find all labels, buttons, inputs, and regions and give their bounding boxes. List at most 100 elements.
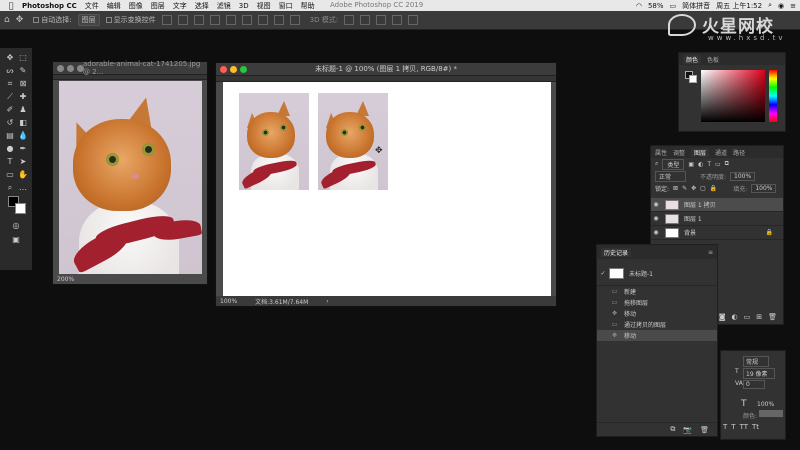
align-top-icon[interactable] [209,15,220,25]
text-color-swatch[interactable] [759,410,783,417]
type-tool-icon[interactable]: T [4,156,16,167]
menu-help[interactable]: 帮助 [301,1,315,11]
stamp-tool-icon[interactable]: ♟ [17,104,29,115]
layer-row[interactable]: ◉ 背景 🔒 [651,226,783,240]
tab-adjustments[interactable]: 调整 [673,148,685,157]
opacity-input[interactable]: 100% [730,171,756,181]
distribute-icon[interactable] [257,15,268,25]
new-layer-icon[interactable]: ⊞ [756,313,762,321]
zoom-tool-icon[interactable]: ⌕ [4,182,16,193]
lock-paint-icon[interactable]: ✎ [682,185,687,192]
menu-window[interactable]: 窗口 [279,1,293,11]
search-icon[interactable]: ⌕ [768,1,772,10]
doc-title-bar[interactable]: 未标题-1 @ 100% (图层 1 拷贝, RGB/8#) * [216,63,556,76]
show-transform-checkbox[interactable]: 显示变换控件 [105,15,156,25]
add-mask-icon[interactable]: ◙ [719,313,726,321]
filter-shape-icon[interactable]: ▭ [715,161,721,168]
checkbox-box[interactable] [33,17,40,23]
faux-bold-icon[interactable]: T [723,423,727,431]
menu-select[interactable]: 选择 [195,1,209,11]
tab-swatches[interactable]: 色板 [707,55,719,64]
color-field[interactable] [701,70,765,122]
cat-layer-copy-image[interactable] [318,93,388,190]
cat-photo-canvas[interactable] [59,81,202,276]
3d-slide-icon[interactable] [392,15,403,25]
move-tool-icon[interactable]: ✥ [4,52,16,63]
distribute-icon[interactable] [273,15,284,25]
checkbox-box[interactable] [105,17,112,23]
font-size-input[interactable]: 19 像素 [743,368,775,379]
all-caps-icon[interactable]: TT [740,423,748,431]
tab-properties[interactable]: 属性 [655,148,667,157]
tab-layers[interactable]: 图层 [691,147,710,157]
history-brush-icon[interactable]: ↺ [4,117,16,128]
lock-all-icon[interactable]: 🔒 [710,185,717,192]
tracking-input[interactable]: 0 [743,380,765,389]
background-color-swatch[interactable] [689,75,697,83]
snapshot-name[interactable]: 未标题-1 [629,269,653,278]
eraser-tool-icon[interactable]: ◧ [17,117,29,128]
tab-color[interactable]: 颜色 [683,54,702,64]
crop-tool-icon[interactable]: ⌗ [4,78,16,89]
auto-select-dropdown[interactable]: 图层 [77,14,100,26]
path-select-icon[interactable]: ➤ [17,156,29,167]
menu-layer[interactable]: 图层 [151,1,165,11]
zoom-level[interactable]: 200% [57,276,74,283]
history-source-icon[interactable]: ✓ [597,270,609,277]
quick-select-icon[interactable]: ✎ [17,65,29,76]
lock-artboard-icon[interactable]: ▢ [700,185,706,192]
history-panel-title[interactable]: 历史记录 [601,247,632,257]
filter-smart-icon[interactable]: ⧉ [725,160,729,168]
clock[interactable]: 周五 上午1:52 [716,1,762,11]
apple-icon[interactable]:  [0,1,22,10]
healing-brush-icon[interactable]: ✚ [17,91,29,102]
frame-tool-icon[interactable]: ⊠ [17,78,29,89]
menu-edit[interactable]: 编辑 [107,1,121,11]
hand-tool-icon[interactable]: ✋ [17,169,29,180]
dodge-tool-icon[interactable]: ● [4,143,16,154]
gradient-tool-icon[interactable]: ▤ [4,130,16,141]
layer-name[interactable]: 图层 1 拷贝 [684,200,716,209]
menu-image[interactable]: 图像 [129,1,143,11]
background-color-swatch[interactable] [15,203,26,214]
eyedropper-icon[interactable]: ⟋ [4,91,16,102]
lasso-tool-icon[interactable]: ᔕ [4,65,16,76]
menu-type[interactable]: 文字 [173,1,187,11]
blur-tool-icon[interactable]: 💧 [17,130,29,141]
fill-input[interactable]: 100% [751,183,777,193]
history-step[interactable]: ▭ 新建 [597,286,717,297]
siri-icon[interactable]: ◉ [778,2,784,10]
history-step[interactable]: ✥ 移动 [597,308,717,319]
layer-row[interactable]: ◉ 图层 1 拷贝 [651,198,783,212]
3d-scale-icon[interactable] [408,15,419,25]
auto-select-checkbox[interactable]: 自动选择: [33,15,72,25]
menu-3d[interactable]: 3D [239,2,249,10]
home-icon[interactable]: ⌂ [4,15,10,25]
new-group-icon[interactable]: ▭ [744,313,751,321]
marquee-tool-icon[interactable]: ⬚ [17,52,29,63]
pen-tool-icon[interactable]: ✒ [17,143,29,154]
layer-name[interactable]: 图层 1 [684,214,702,223]
filter-adjust-icon[interactable]: ◐ [698,161,703,168]
wifi-icon[interactable]: ◠ [636,2,642,10]
history-step[interactable]: ▭ 通过拷贝的图层 [597,319,717,330]
font-style-dropdown[interactable]: 常规 [743,356,770,367]
close-button[interactable] [57,64,64,72]
new-document-from-state-icon[interactable]: ⧉ [670,425,675,434]
menu-view[interactable]: 视图 [257,1,271,11]
align-center-icon[interactable] [177,15,188,25]
more-tools-icon[interactable]: … [17,182,29,193]
doc-title-bar[interactable]: adorable-animal-cat-1741205.jpg @ 2... [53,60,207,76]
menu-file[interactable]: 文件 [85,1,99,11]
battery-icon[interactable]: ▭ [670,2,677,10]
filter-kind-dropdown[interactable]: 类型 [662,158,685,170]
visibility-eye-icon[interactable]: ◉ [651,215,661,222]
minimize-button[interactable] [67,64,74,72]
small-caps-icon[interactable]: Tt [752,423,759,431]
delete-state-icon[interactable]: 🗑 [700,426,709,434]
zoom-level[interactable]: 100% [220,298,237,305]
status-menu-arrow-icon[interactable]: › [326,298,328,305]
history-step[interactable]: ▭ 拖移图层 [597,297,717,308]
screen-mode-icon[interactable]: ▣ [10,234,22,245]
3d-pan-icon[interactable] [376,15,387,25]
